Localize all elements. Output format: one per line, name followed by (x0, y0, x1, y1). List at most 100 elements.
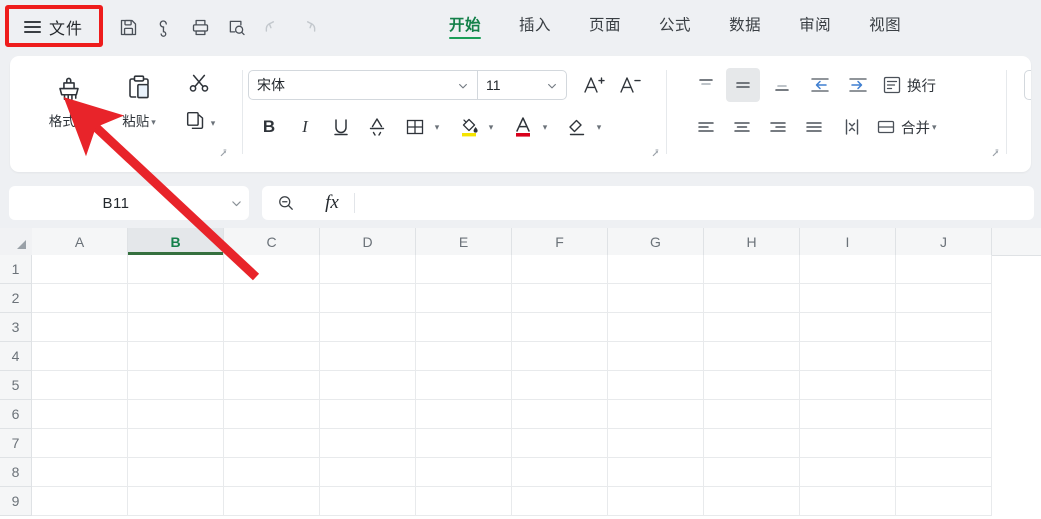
name-box[interactable]: B11 (9, 186, 249, 220)
cell-G2[interactable] (608, 284, 704, 313)
align-center-button[interactable] (726, 112, 758, 142)
save-icon[interactable] (112, 12, 145, 42)
grow-font-button[interactable] (578, 70, 610, 100)
italic-button[interactable]: I (290, 112, 320, 142)
cell-C7[interactable] (224, 429, 320, 458)
cell-I9[interactable] (800, 487, 896, 516)
column-header-i[interactable]: I (800, 228, 896, 255)
column-header-d[interactable]: D (320, 228, 416, 255)
cell-A3[interactable] (32, 313, 128, 342)
cell-H6[interactable] (704, 400, 800, 429)
clear-format-button[interactable] (562, 112, 592, 142)
file-menu-button[interactable]: 文件 (16, 13, 91, 41)
row-header-5[interactable]: 5 (0, 371, 32, 400)
cell-B3[interactable] (128, 313, 224, 342)
cell-E4[interactable] (416, 342, 512, 371)
clipboard-dialog-launcher[interactable]: ⭷ (220, 145, 227, 164)
chevron-down-icon[interactable]: ▾ (932, 122, 937, 133)
decrease-indent-button[interactable] (804, 70, 836, 100)
align-top-button[interactable] (690, 70, 722, 100)
cell-J9[interactable] (896, 487, 992, 516)
cell-E8[interactable] (416, 458, 512, 487)
cell-C4[interactable] (224, 342, 320, 371)
alignment-dialog-launcher[interactable]: ⭷ (992, 145, 999, 164)
cloud-sync-icon[interactable] (148, 12, 181, 42)
bold-button[interactable]: B (254, 112, 284, 142)
cell-F3[interactable] (512, 313, 608, 342)
formula-input[interactable] (355, 186, 1034, 220)
align-left-button[interactable] (690, 112, 722, 142)
cell-G1[interactable] (608, 255, 704, 284)
search-icon[interactable] (262, 193, 310, 213)
cell-I1[interactable] (800, 255, 896, 284)
cut-button[interactable] (180, 70, 218, 100)
cell-H7[interactable] (704, 429, 800, 458)
cell-J5[interactable] (896, 371, 992, 400)
cell-I3[interactable] (800, 313, 896, 342)
increase-indent-button[interactable] (842, 70, 874, 100)
cell-F9[interactable] (512, 487, 608, 516)
cell-A5[interactable] (32, 371, 128, 400)
cell-C2[interactable] (224, 284, 320, 313)
cell-H3[interactable] (704, 313, 800, 342)
undo-icon[interactable] (256, 12, 289, 42)
cell-A4[interactable] (32, 342, 128, 371)
cell-G3[interactable] (608, 313, 704, 342)
cell-B4[interactable] (128, 342, 224, 371)
cell-J2[interactable] (896, 284, 992, 313)
row-header-7[interactable]: 7 (0, 429, 32, 458)
chevron-down-icon[interactable] (546, 79, 558, 91)
format-painter-button[interactable]: 格式刷 (36, 66, 102, 138)
column-header-c[interactable]: C (224, 228, 320, 255)
chevron-down-icon[interactable] (328, 12, 361, 42)
cell-J7[interactable] (896, 429, 992, 458)
cell-E7[interactable] (416, 429, 512, 458)
cell-C1[interactable] (224, 255, 320, 284)
cell-H8[interactable] (704, 458, 800, 487)
cell-F8[interactable] (512, 458, 608, 487)
cell-H1[interactable] (704, 255, 800, 284)
row-header-2[interactable]: 2 (0, 284, 32, 313)
cell-I6[interactable] (800, 400, 896, 429)
cell-G7[interactable] (608, 429, 704, 458)
cell-E2[interactable] (416, 284, 512, 313)
cell-F5[interactable] (512, 371, 608, 400)
print-icon[interactable] (184, 12, 217, 42)
tab-formula[interactable]: 公式 (640, 8, 710, 46)
cell-D2[interactable] (320, 284, 416, 313)
font-dialog-launcher[interactable]: ⭷ (652, 145, 659, 164)
currency-format-button[interactable]: ¥ (1024, 112, 1031, 142)
cell-B5[interactable] (128, 371, 224, 400)
cell-F4[interactable] (512, 342, 608, 371)
cell-F6[interactable] (512, 400, 608, 429)
font-name-combobox[interactable]: 宋体 (248, 70, 478, 100)
tab-home[interactable]: 开始 (430, 8, 500, 46)
paste-button[interactable]: 粘贴 ▾ (106, 66, 172, 138)
row-header-8[interactable]: 8 (0, 458, 32, 487)
cell-E1[interactable] (416, 255, 512, 284)
wrap-text-button[interactable]: 换行 (880, 70, 976, 100)
cell-J4[interactable] (896, 342, 992, 371)
fill-color-dropdown[interactable]: ▾ (482, 112, 498, 142)
tab-review[interactable]: 审阅 (780, 8, 850, 46)
column-header-e[interactable]: E (416, 228, 512, 255)
cell-A8[interactable] (32, 458, 128, 487)
cell-F7[interactable] (512, 429, 608, 458)
column-header-f[interactable]: F (512, 228, 608, 255)
row-header-6[interactable]: 6 (0, 400, 32, 429)
cell-B6[interactable] (128, 400, 224, 429)
cell-E9[interactable] (416, 487, 512, 516)
align-bottom-button[interactable] (766, 70, 798, 100)
align-middle-button[interactable] (726, 68, 760, 102)
cell-E3[interactable] (416, 313, 512, 342)
cell-G9[interactable] (608, 487, 704, 516)
cell-D7[interactable] (320, 429, 416, 458)
cell-I5[interactable] (800, 371, 896, 400)
cell-I8[interactable] (800, 458, 896, 487)
select-all-corner[interactable] (0, 228, 33, 255)
cell-C6[interactable] (224, 400, 320, 429)
cell-J8[interactable] (896, 458, 992, 487)
tab-insert[interactable]: 插入 (500, 8, 570, 46)
cell-I7[interactable] (800, 429, 896, 458)
cell-A6[interactable] (32, 400, 128, 429)
